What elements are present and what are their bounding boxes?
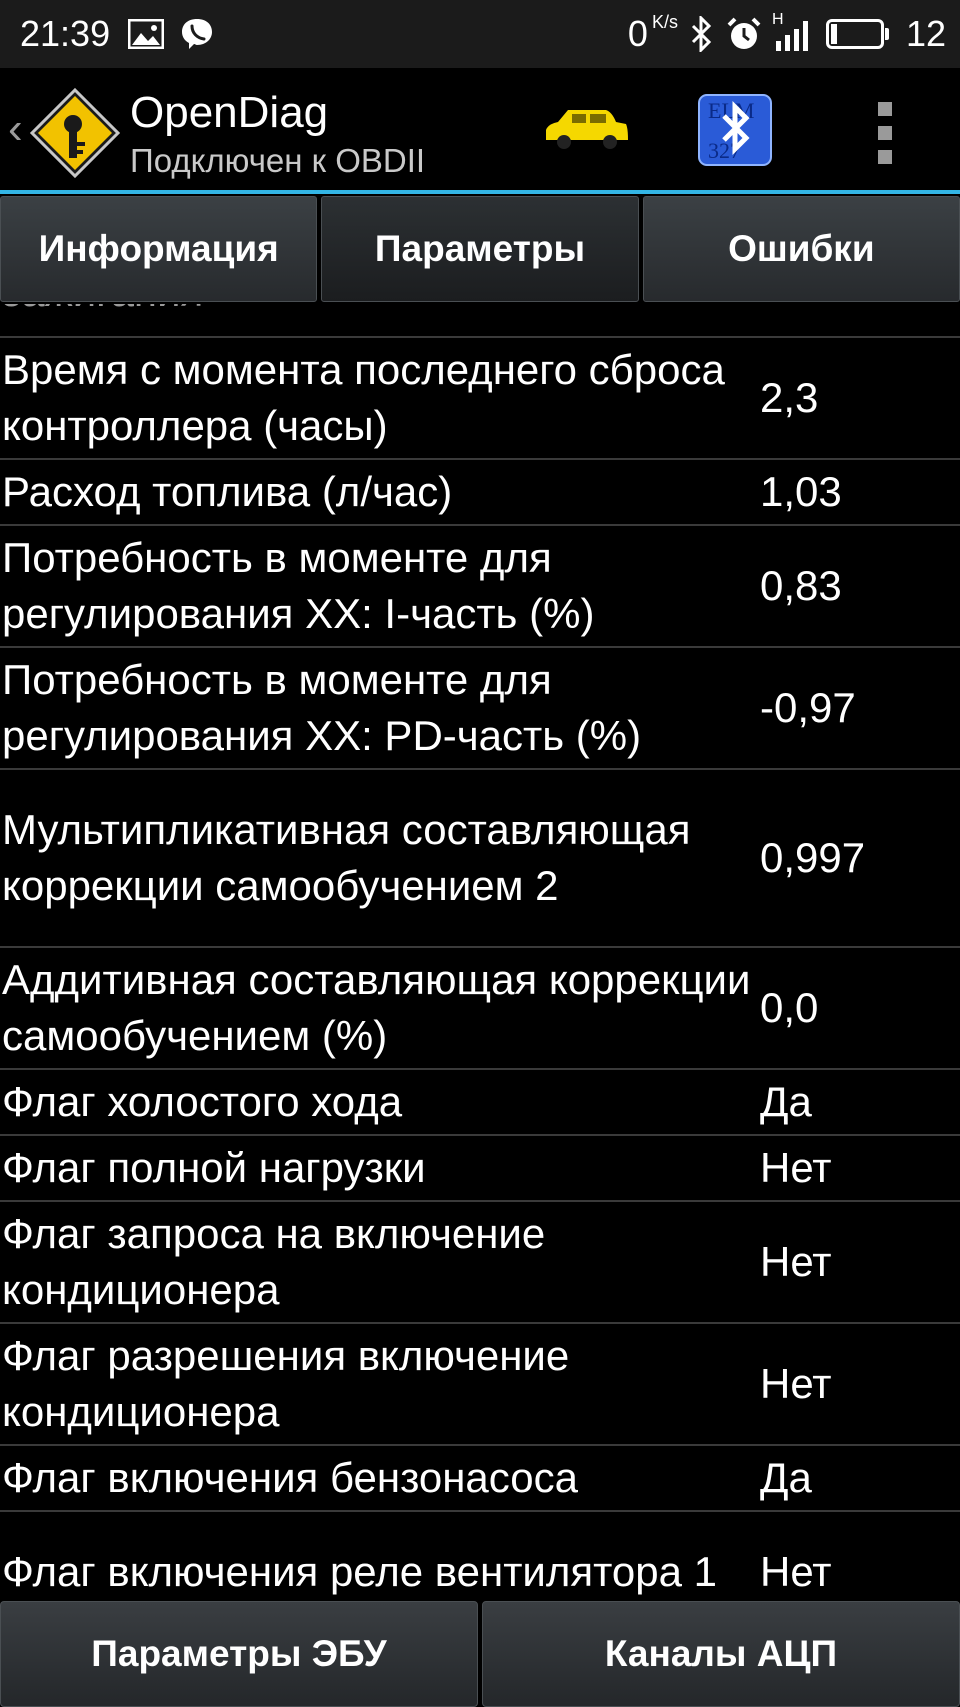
param-value: 0,0 [760,984,819,1031]
net-speed-value: 0 [627,13,648,54]
param-value: Нет [760,1360,832,1407]
tab-parameters[interactable]: Параметры [321,196,639,302]
list-item: Флаг запроса на включение кондиционера Н… [0,1202,960,1324]
signal-icon: H [772,11,814,51]
battery-level: 12 [905,13,946,54]
list-item: Мультипликативная составляющая коррекции… [0,770,960,948]
car-icon[interactable] [542,106,630,154]
image-icon [128,19,165,49]
param-value: 0,83 [760,562,842,609]
param-name: Время с момента последнего сброса контро… [2,346,725,449]
list-item: Флаг включения бензонасоса Да [0,1446,960,1512]
app-title: OpenDiag [130,88,329,137]
adc-channels-button[interactable]: Каналы АЦП [482,1601,960,1707]
app-logo-icon[interactable] [28,86,122,180]
app-bar: ‹ OpenDiag Подключен к OBDII ELM 327 [0,68,960,190]
param-name: Флаг включения реле вентилятора 1 [2,1548,718,1595]
list-item: Флаг холостого хода Да [0,1070,960,1136]
list-item: зажигания [0,304,960,338]
status-time: 21:39 [20,13,111,54]
list-item: Потребность в моменте для регулирования … [0,648,960,770]
param-name: Флаг холостого хода [2,1078,403,1125]
param-value: Да [760,1454,812,1501]
list-item: Флаг разрешения включение кондиционера Н… [0,1324,960,1446]
list-item: Потребность в моменте для регулирования … [0,526,960,648]
param-name: Флаг включения бензонасоса [2,1454,578,1501]
param-name: Потребность в моменте для регулирования … [2,534,595,637]
param-value: Нет [760,1144,832,1191]
param-value: Да [760,1078,812,1125]
list-item: Время с момента последнего сброса контро… [0,338,960,460]
param-value: 2,3 [760,374,819,421]
top-tabs: Информация Параметры Ошибки [0,194,960,304]
param-name: Расход топлива (л/час) [2,468,453,515]
list-item: Аддитивная составляющая коррекции самооб… [0,948,960,1070]
parameters-list[interactable]: зажигания Время с момента последнего сбр… [0,304,960,1600]
param-value: 0,997 [760,834,866,881]
param-name: Потребность в моменте для регулирования … [2,656,642,759]
param-value: -0,97 [760,684,856,731]
param-value: Нет [760,1238,832,1285]
param-name: Флаг полной нагрузки [2,1144,426,1191]
bottom-bar: Параметры ЭБУ Каналы АЦП [0,1600,960,1707]
list-item: Расход топлива (л/час) 1,03 [0,460,960,526]
alarm-icon [726,16,762,52]
network-type: H [771,11,784,28]
bluetooth-elm327-icon[interactable]: ELM 327 [698,94,772,166]
net-speed-unit: K/s [651,12,678,32]
tab-errors[interactable]: Ошибки [642,196,960,302]
param-value: Нет [760,1548,832,1595]
param-name: зажигания [0,304,760,324]
tab-information[interactable]: Информация [0,196,318,302]
overflow-menu-icon[interactable] [874,102,896,164]
back-caret-icon[interactable]: ‹ [8,104,23,154]
list-item: Флаг включения реле вентилятора 1 Нет [0,1512,960,1600]
ecu-parameters-button[interactable]: Параметры ЭБУ [0,1601,478,1707]
status-bar: 21:39 0 K/s H 12 [0,0,960,68]
param-value: 1,03 [760,468,842,515]
net-speed: 0 K/s [628,13,678,55]
param-name: Флаг разрешения включение кондиционера [2,1332,570,1435]
param-name: Флаг запроса на включение кондиционера [2,1210,546,1313]
battery-icon [825,19,889,49]
param-name: Аддитивная составляющая коррекции самооб… [2,956,751,1059]
param-name: Мультипликативная составляющая коррекции… [2,806,691,909]
viber-icon [180,17,214,51]
list-item: Флаг полной нагрузки Нет [0,1136,960,1202]
app-subtitle: Подключен к OBDII [130,142,426,179]
bluetooth-icon [690,16,714,52]
